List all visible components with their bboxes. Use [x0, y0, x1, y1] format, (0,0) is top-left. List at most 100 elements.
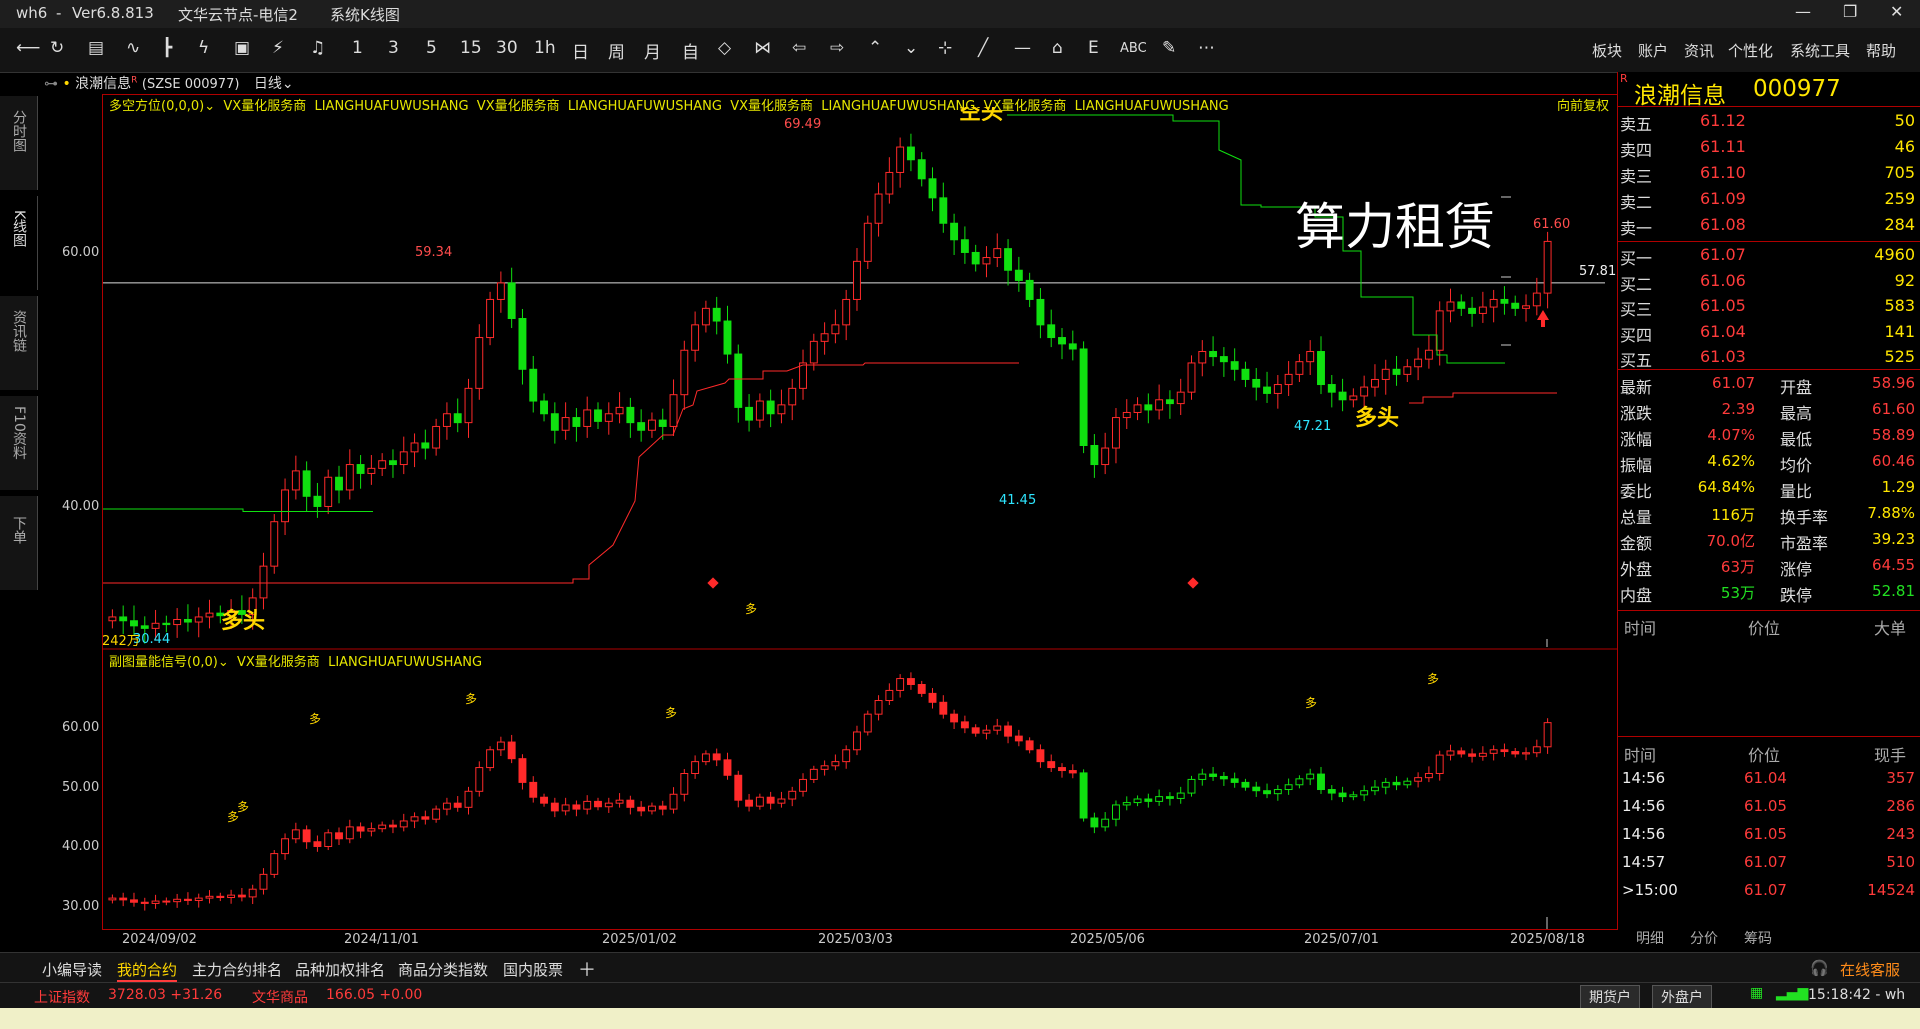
candle-body: [1090, 445, 1099, 466]
tab-price-dist[interactable]: 分价: [1690, 928, 1718, 948]
bid-row[interactable]: 买三 61.05 583: [1618, 293, 1920, 319]
candle-body: [971, 251, 980, 265]
stat-row: 最新 61.07 开盘 58.96: [1620, 374, 1915, 397]
add-tab-icon[interactable]: ＋: [578, 956, 596, 982]
hline-icon[interactable]: —: [1014, 38, 1031, 58]
back-arrow-icon[interactable]: ⟵: [16, 38, 40, 58]
sub-indicator[interactable]: 副图量能信号(0,0): [109, 655, 218, 670]
btab-main-contracts[interactable]: 主力合约排名: [192, 959, 282, 980]
period-week[interactable]: 周: [608, 38, 625, 63]
foreign-account-button[interactable]: 外盘户: [1652, 985, 1712, 1009]
bell-icon[interactable]: ♫: [310, 38, 325, 58]
menu-system-tools[interactable]: 系统工具: [1790, 40, 1850, 61]
period-day[interactable]: 日: [572, 38, 589, 63]
sub-candle-body: [1327, 789, 1336, 794]
menu-account[interactable]: 账户: [1638, 40, 1668, 61]
menu-personalize[interactable]: 个性化: [1728, 40, 1773, 61]
minimize-icon[interactable]: —: [1795, 2, 1811, 21]
menu-help[interactable]: 帮助: [1866, 40, 1896, 61]
refresh-icon[interactable]: ↻: [50, 38, 64, 58]
custom-icon[interactable]: ϟ: [198, 38, 209, 58]
x-tick: 2024/11/01: [344, 932, 419, 947]
down-icon[interactable]: ⌄: [904, 38, 918, 58]
btab-my-contracts[interactable]: 我的合约: [117, 959, 178, 982]
ask-row[interactable]: 卖四 61.11 46: [1618, 134, 1920, 160]
tab-kline[interactable]: K线图: [0, 196, 38, 290]
tab-detail[interactable]: 明细: [1636, 928, 1664, 948]
ask-row[interactable]: 卖五 61.12 50: [1618, 108, 1920, 134]
chevron-down-icon[interactable]: ⌄: [282, 76, 294, 92]
ask-row[interactable]: 卖一 61.08 284: [1618, 212, 1920, 238]
low-label-1: 41.45: [999, 493, 1037, 508]
menu-sector[interactable]: 板块: [1592, 40, 1622, 61]
period-30[interactable]: 30: [496, 38, 518, 58]
period-select[interactable]: 日线: [254, 76, 282, 92]
sub-candle-body: [248, 888, 257, 898]
btab-editor[interactable]: 小编导读: [42, 959, 102, 980]
tab-order[interactable]: 下单: [0, 496, 38, 590]
signal-label: 多: [665, 706, 677, 720]
next-icon[interactable]: ⇨: [830, 38, 844, 58]
sub-y-tick-50: 50.00: [62, 780, 100, 795]
period-1h[interactable]: 1h: [534, 38, 556, 58]
candle-body: [1036, 298, 1045, 326]
server-node[interactable]: 文华云节点-电信2: [178, 4, 298, 25]
main-indicator[interactable]: 多空方位(0,0,0): [109, 99, 204, 114]
sub-candle-body: [173, 898, 182, 903]
sub-candle-body: [183, 898, 192, 901]
close-icon[interactable]: ✕: [1890, 2, 1903, 21]
ask-row[interactable]: 卖二 61.09 259: [1618, 186, 1920, 212]
line-chart-icon[interactable]: ∿: [126, 38, 140, 58]
home-icon[interactable]: ⌂: [1052, 38, 1063, 58]
fib-icon[interactable]: Ε: [1088, 38, 1099, 58]
draw-line-icon[interactable]: ╱: [978, 38, 988, 58]
ask-row[interactable]: 卖三 61.10 705: [1618, 160, 1920, 186]
zoom-out-icon[interactable]: ⋈: [754, 38, 771, 58]
sub-candle-body: [421, 816, 430, 820]
period-3[interactable]: 3: [388, 38, 399, 58]
btab-commodity-index[interactable]: 商品分类指数: [398, 959, 488, 980]
crosshair-icon[interactable]: ⊹: [938, 38, 952, 58]
bid-row[interactable]: 买二 61.06 92: [1618, 268, 1920, 294]
bid-row[interactable]: 买一 61.07 4960: [1618, 242, 1920, 268]
more-icon[interactable]: ⋯: [1198, 38, 1215, 58]
index1-name[interactable]: 上证指数: [34, 987, 90, 1007]
bid-row[interactable]: 买五 61.03 525: [1618, 344, 1920, 370]
chart-area[interactable]: 多多多多多多多多 多空方位(0,0,0)⌄ VX量化服务商 LIANGHUAFU…: [102, 94, 1618, 930]
zoom-in-icon[interactable]: ◇: [718, 38, 731, 58]
lightning-icon[interactable]: ⚡: [272, 38, 284, 58]
tab-news-chain[interactable]: 资讯链: [0, 296, 38, 390]
sub-candle-body: [1284, 784, 1293, 791]
pen-icon[interactable]: ✎: [1162, 38, 1176, 58]
list-icon[interactable]: ▤: [88, 38, 104, 58]
tab-intraday[interactable]: 分时图: [0, 96, 38, 190]
adjust-mode[interactable]: 向前复权: [1557, 95, 1609, 114]
tab-f10[interactable]: F10资料: [0, 396, 38, 490]
big-trade-header: 时间 价位 大单: [1624, 619, 1907, 638]
period-month[interactable]: 月: [644, 38, 661, 63]
screen-icon[interactable]: ▣: [234, 38, 250, 58]
tab-chips[interactable]: 筹码: [1744, 928, 1772, 948]
menu-news[interactable]: 资讯: [1684, 40, 1714, 61]
text-tool-icon[interactable]: ABC: [1120, 41, 1147, 56]
link-icon[interactable]: ⊶: [44, 76, 58, 92]
index2-name[interactable]: 文华商品: [252, 987, 308, 1007]
restore-icon[interactable]: ❐: [1843, 2, 1857, 21]
prev-icon[interactable]: ⇦: [792, 38, 806, 58]
period-15[interactable]: 15: [460, 38, 482, 58]
period-1[interactable]: 1: [352, 38, 363, 58]
bid-row[interactable]: 买四 61.04 141: [1618, 319, 1920, 345]
candle-body: [766, 400, 775, 415]
btab-weighted[interactable]: 品种加权排名: [295, 959, 385, 980]
candle-body: [1478, 306, 1487, 314]
candle-body: [1306, 351, 1315, 363]
headset-icon[interactable]: 🎧: [1810, 959, 1829, 977]
btab-domestic-stocks[interactable]: 国内股票: [503, 959, 563, 980]
futures-account-button[interactable]: 期货户: [1580, 985, 1640, 1009]
up-icon[interactable]: ⌃: [868, 38, 882, 58]
period-5[interactable]: 5: [426, 38, 437, 58]
candle-icon[interactable]: ┣: [162, 38, 172, 58]
symbol-name[interactable]: 浪潮信息: [75, 76, 131, 92]
online-service[interactable]: 在线客服: [1840, 959, 1900, 980]
period-custom[interactable]: 自: [682, 38, 699, 63]
